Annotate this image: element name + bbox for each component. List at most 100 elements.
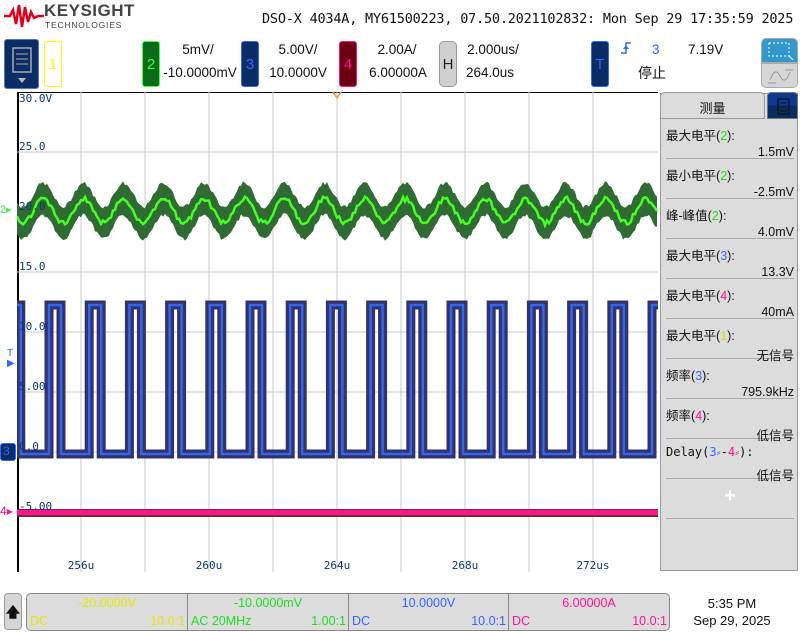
horizontal-button[interactable]: H (439, 41, 457, 87)
measurement-label: 频率(4): (666, 409, 710, 423)
channel-4-trace (17, 510, 658, 515)
measurement-name: 峰-峰值 (666, 209, 708, 223)
channel-3-offset: 10.0000V (269, 65, 327, 80)
measurement-value: 795.9kHz (741, 385, 794, 399)
measurement-label: 最小电平(2): (666, 169, 735, 183)
rising-edge-icon: ⸗ (716, 445, 721, 459)
add-measurement-button[interactable]: + (666, 479, 794, 519)
channel-3-coupling: DC (352, 614, 371, 628)
x-label-0: 256u (67, 559, 95, 572)
measurement-label: 最大电平(2): (666, 129, 735, 143)
channel-4-info[interactable]: 6.00000A DC 10.0:1 (509, 594, 669, 630)
channel-3-ground-marker[interactable]: 3 (0, 443, 16, 461)
trigger-label: T (595, 55, 605, 73)
measurement-name: 最大电平 (666, 289, 717, 303)
channel-2-ground-marker[interactable]: 2▸ (0, 203, 12, 216)
trigger-button[interactable]: T (591, 41, 609, 87)
measurement-item[interactable]: 频率(4): 低信号 (666, 399, 794, 443)
rising-edge-icon: ⸗ (735, 445, 740, 459)
channel-3-info[interactable]: 10.0000V DC 10.0:1 (349, 594, 509, 630)
channel-1-coupling: DC (30, 614, 49, 628)
channel-4-ground-marker[interactable]: 4▸ (0, 504, 13, 518)
scroll-up-button[interactable]: 🡅 (4, 593, 22, 630)
measurement-value: -2.5mV (753, 185, 794, 199)
measurement-list: 最大电平(2): 1.5mV 最小电平(2): -2.5mV 峰-峰值(2): 4.0… (660, 119, 798, 571)
horizontal-label: H (442, 55, 454, 73)
channel-3-scale: 5.00V/ (278, 42, 318, 57)
channel-2-label: 2 (146, 55, 156, 73)
measurement-item[interactable]: 最大电平(1): 无信号 (666, 319, 794, 363)
channel-3-button[interactable]: 3 (241, 41, 259, 87)
measurement-label: 最大电平(1): (666, 329, 735, 343)
measurement-channel: 4 (720, 289, 728, 303)
measurement-item[interactable]: 频率(3): 795.9kHz (666, 359, 794, 399)
horizontal-delay: 264.0us (465, 65, 515, 80)
channel-info-bar: -20.0000V DC 10.0:1 -10.0000mV AC 20MHz … (26, 593, 670, 631)
measurement-value: 40mA (761, 305, 794, 319)
waveform-icon (768, 69, 793, 84)
measurement-channel: 3 (720, 249, 728, 263)
measurement-item[interactable]: 最大电平(4): 40mA (666, 279, 794, 319)
horizontal-scale: 2.000us/ (467, 42, 519, 57)
trigger-arrow-icon: ▶ (7, 358, 15, 369)
zoom-box-button[interactable] (761, 38, 798, 63)
measurement-item[interactable]: 最大电平(3): 13.3V (666, 239, 794, 279)
measurement-tab-label: 测量 (699, 101, 726, 116)
measurement-name: 最大电平 (666, 329, 717, 343)
channel-1-label: 1 (48, 55, 58, 73)
channel-2-offset: -10.0000mV (163, 65, 237, 80)
measurement-menu-button[interactable] (767, 92, 798, 119)
arrow-up-icon: 🡅 (5, 604, 21, 620)
channel-4-button[interactable]: 4 (339, 41, 357, 87)
measurement-item[interactable]: 最小电平(2): -2.5mV (666, 159, 794, 199)
measurement-label: 最大电平(3): (666, 249, 735, 263)
channel-2-coupling: AC 20MHz (191, 614, 252, 628)
x-label-1: 260u (195, 559, 223, 572)
channel-4-offset: 6.00000A (562, 596, 616, 610)
main-menu-button[interactable] (4, 39, 39, 89)
waveform-display[interactable] (17, 92, 658, 572)
measurement-name: 频率 (666, 409, 692, 423)
trigger-level-marker[interactable]: T ▶ (7, 349, 15, 369)
measurement-name: 最大电平 (666, 249, 717, 263)
waveform-canvas (17, 92, 658, 572)
measurement-name: Delay (666, 445, 703, 459)
measurement-tab[interactable]: 测量 (660, 92, 765, 119)
channel-3-probe: 10.0:1 (471, 614, 506, 628)
measurement-channel: 4 (695, 409, 703, 423)
measurement-item[interactable]: 峰-峰值(2): 4.0mV (666, 199, 794, 239)
channel-1-button[interactable]: 1 (44, 41, 62, 87)
trigger-time-marker-icon (332, 92, 342, 99)
channel-1-offset: -20.0000V (78, 596, 136, 610)
ground-arrow-icon: ▸ (6, 204, 12, 216)
measurement-value: 1.5mV (757, 145, 794, 159)
channel-4-scale: 2.00A/ (377, 42, 417, 57)
channel-4-probe: 10.0:1 (632, 614, 667, 628)
keysight-logo: KEYSIGHT TECHNOLOGIES (4, 1, 134, 32)
channel-1-probe: 10.0:1 (150, 614, 185, 628)
measurement-channel: 1 (720, 329, 728, 343)
list-menu-icon (777, 98, 790, 115)
x-label-4: 272us (576, 559, 610, 572)
measurement-name: 最小电平 (666, 169, 717, 183)
y-label-1: 25.0 (19, 140, 46, 153)
channel-2-button[interactable]: 2 (142, 41, 160, 87)
measurement-name: 频率 (666, 369, 692, 383)
measurement-label: 峰-峰值(2): (666, 209, 727, 223)
x-label-3: 268u (451, 559, 479, 572)
measurement-item[interactable]: 最大电平(2): 1.5mV (666, 119, 794, 159)
channel-4-label: 4 (343, 55, 353, 73)
measurement-channel: 3 (695, 369, 703, 383)
measurement-item-delay[interactable]: Delay(3⸗-4⸗): 低信号 (666, 439, 794, 483)
channel-1-info[interactable]: -20.0000V DC 10.0:1 (27, 594, 188, 630)
channel-2-scale: 5mV/ (182, 42, 214, 57)
delay-source-b: 4 (727, 445, 736, 459)
waveform-navigate-button[interactable] (761, 63, 798, 88)
rising-edge-icon (621, 42, 631, 54)
y-label-7: -5.00 (19, 500, 53, 513)
brand-name: KEYSIGHT (44, 1, 135, 20)
zoom-select-icon (768, 42, 794, 61)
run-status: 停止 (638, 65, 666, 81)
channel-2-info[interactable]: -10.0000mV AC 20MHz 1.00:1 (188, 594, 349, 630)
menu-icon (12, 47, 32, 83)
